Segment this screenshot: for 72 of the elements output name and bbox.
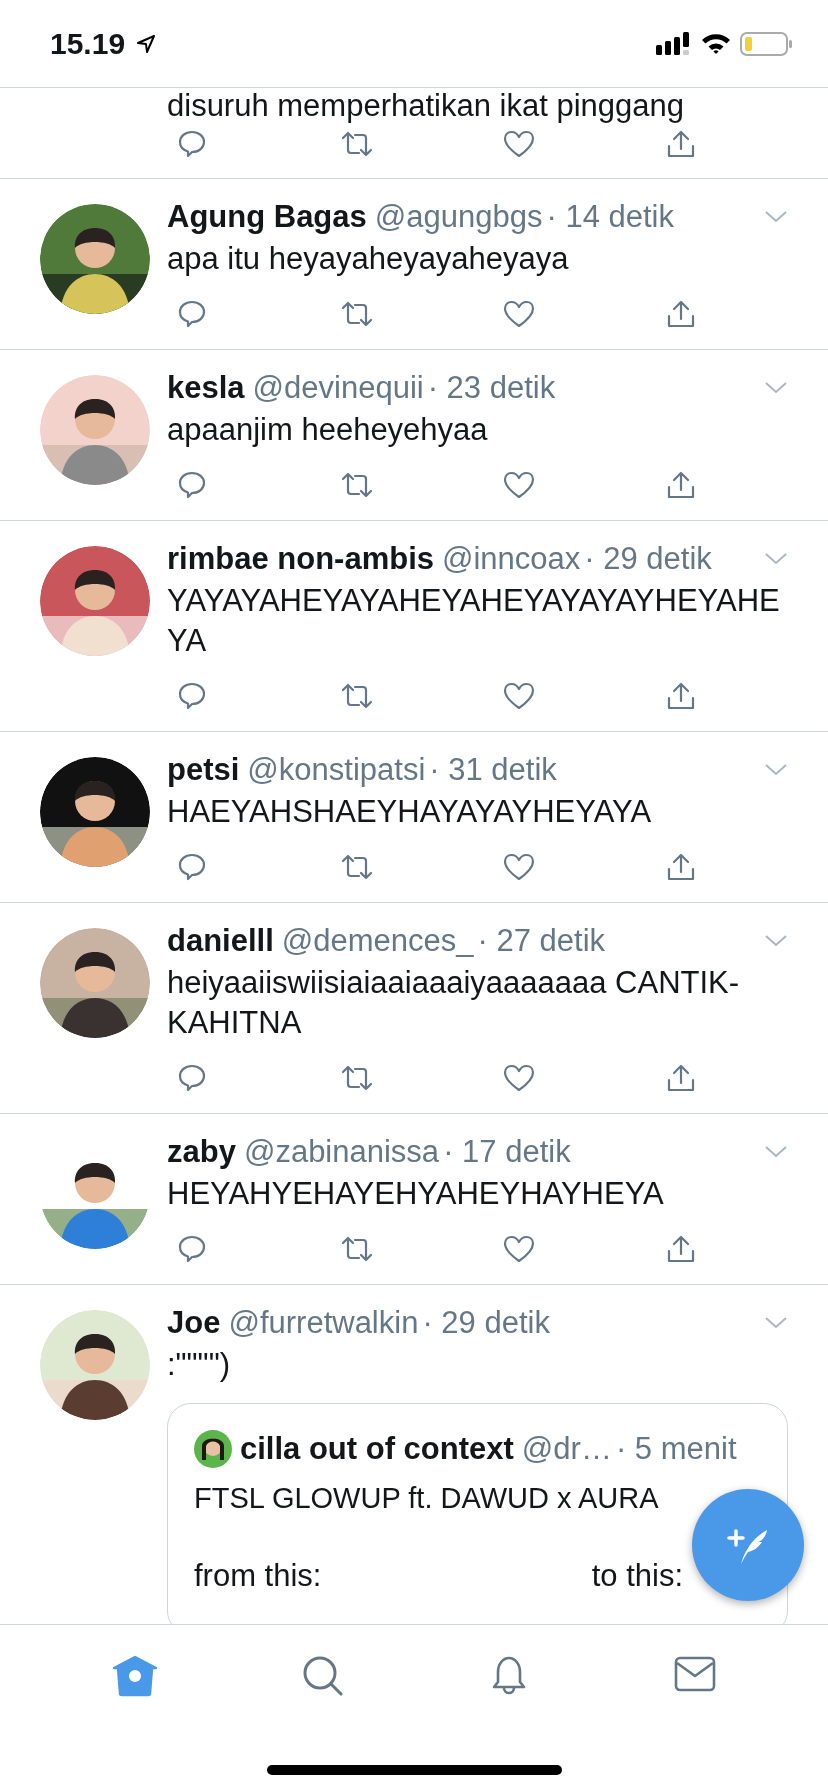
user-name[interactable]: cilla out of context: [240, 1431, 514, 1467]
retweet-icon[interactable]: [340, 1063, 374, 1093]
reply-icon[interactable]: [177, 681, 207, 711]
search-icon[interactable]: [302, 1655, 344, 1697]
reply-icon[interactable]: [177, 852, 207, 882]
location-arrow-icon: [135, 32, 158, 55]
tweet-text: disuruh memperhatikan ikat pinggang: [167, 88, 685, 124]
user-name[interactable]: zaby: [167, 1134, 236, 1170]
user-handle[interactable]: @dr…: [521, 1431, 612, 1467]
user-name[interactable]: danielll: [167, 923, 274, 959]
tweet-time: · 27 detik: [477, 923, 606, 959]
user-name[interactable]: rimbae non-ambis: [167, 541, 434, 577]
user-handle[interactable]: @furretwalkin: [228, 1305, 419, 1341]
caption-text: to this:: [591, 1558, 683, 1594]
reply-icon[interactable]: [177, 299, 207, 329]
battery-icon: [740, 30, 794, 57]
reply-icon[interactable]: [177, 1234, 207, 1264]
share-icon[interactable]: [666, 852, 696, 882]
user-name[interactable]: petsi: [167, 752, 240, 788]
user-handle[interactable]: @devinequii: [252, 370, 424, 406]
retweet-icon[interactable]: [340, 1234, 374, 1264]
caption-text: from this:: [194, 1558, 322, 1594]
heart-icon[interactable]: [503, 1063, 535, 1093]
tweet-time: · 29 detik: [584, 541, 712, 577]
user-handle[interactable]: @inncoax: [442, 541, 581, 577]
tweet-text: HEYAHYEHAYEHYAHEYHAYHEYA: [167, 1175, 665, 1213]
tweet-text: YAYAYAHEYAYAHEYAHEYAYAYAYHEYAHEYA: [167, 582, 781, 660]
wifi-icon: [700, 31, 732, 56]
heart-icon[interactable]: [503, 1234, 535, 1264]
retweet-icon[interactable]: [340, 470, 374, 500]
user-name[interactable]: Joe: [167, 1305, 221, 1341]
retweet-icon[interactable]: [340, 299, 374, 329]
tweet-text: FTSL GLOWUP ft. DAWUD x AURA: [194, 1481, 659, 1516]
user-handle[interactable]: @zabinanissa: [243, 1134, 440, 1170]
tweet-time: · 29 detik: [422, 1305, 550, 1341]
clock-time: 15.19: [50, 26, 126, 61]
tweet-time: · 17 detik: [443, 1134, 571, 1170]
signal-icon: [656, 30, 692, 57]
user-name[interactable]: Agung Bagas: [167, 199, 367, 235]
share-icon[interactable]: [666, 1063, 696, 1093]
tweet-time: · 23 detik: [427, 370, 556, 406]
reply-icon[interactable]: [177, 470, 207, 500]
heart-icon[interactable]: [503, 299, 535, 329]
tweet-text: :""""): [167, 1346, 231, 1384]
user-handle[interactable]: @agungbgs: [374, 199, 543, 235]
mail-icon[interactable]: [674, 1655, 716, 1693]
compose-button[interactable]: [692, 1489, 804, 1601]
user-handle[interactable]: @demences_: [281, 923, 474, 959]
tweet-time: · 14 detik: [546, 199, 674, 235]
heart-icon[interactable]: [503, 852, 535, 882]
tweet-text: apa itu heyayaheyayaheyaya: [167, 240, 570, 278]
tweet-time: · 5 menit: [615, 1431, 737, 1467]
share-icon[interactable]: [666, 681, 696, 711]
tweet-text: HAEYAHSHAEYHAYAYAYHEYAYA: [167, 793, 653, 831]
retweet-icon[interactable]: [340, 681, 374, 711]
reply-icon[interactable]: [177, 129, 207, 159]
user-handle[interactable]: @konstipatsi: [247, 752, 426, 788]
tweet-text: heiyaaiiswiisiaiaaiaaaiyaaaaaaa CANTIK-KAHITNA: [167, 964, 741, 1042]
retweet-icon[interactable]: [340, 129, 374, 159]
retweet-icon[interactable]: [340, 852, 374, 882]
heart-icon[interactable]: [503, 470, 535, 500]
share-icon[interactable]: [666, 299, 696, 329]
user-name[interactable]: kesla: [167, 370, 245, 406]
share-icon[interactable]: [666, 470, 696, 500]
reply-icon[interactable]: [177, 1063, 207, 1093]
tweet-text: apaanjim heeheyehyaa: [167, 411, 489, 449]
share-icon[interactable]: [666, 1234, 696, 1264]
heart-icon[interactable]: [503, 129, 535, 159]
share-icon[interactable]: [666, 129, 696, 159]
tweet-time: · 31 detik: [429, 752, 557, 788]
heart-icon[interactable]: [503, 681, 535, 711]
home-icon[interactable]: [112, 1655, 158, 1697]
